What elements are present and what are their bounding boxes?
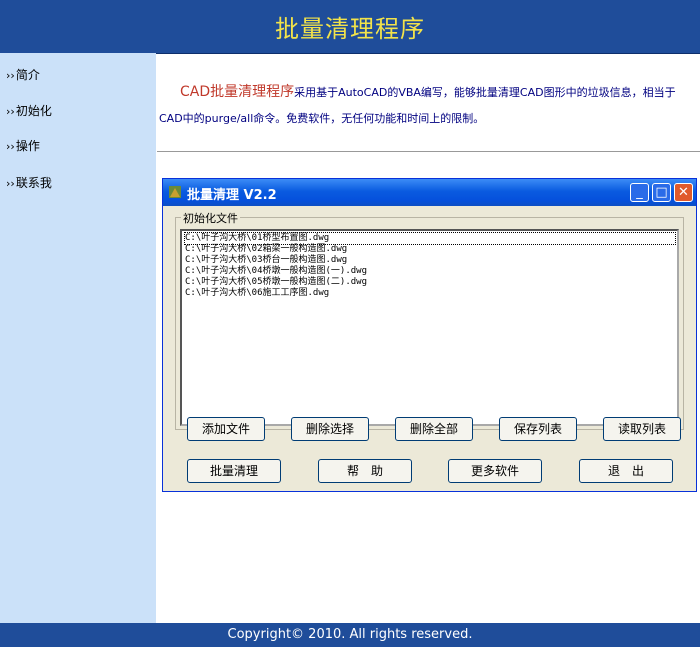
double-arrow-icon: ›› [6, 177, 15, 190]
sidebar-item-label: 简介 [15, 68, 40, 82]
sidebar-item-operation[interactable]: ››操作 [6, 137, 40, 153]
exit-button[interactable]: 退 出 [579, 459, 673, 483]
minimize-icon: _ [636, 185, 643, 200]
file-listbox[interactable]: C:\叶子沟大桥\01桥型布置图.dwg C:\叶子沟大桥\02箱梁一般构造图.… [180, 229, 679, 426]
maximize-button[interactable]: □ [652, 183, 671, 202]
intro-highlight: CAD批量清理程序 [179, 84, 295, 100]
intro-paragraph: CAD批量清理程序采用基于AutoCAD的VBA编写，能够批量清理CAD图形中的… [159, 79, 695, 132]
double-arrow-icon: ›› [6, 105, 15, 118]
sidebar-item-intro[interactable]: ››简介 [6, 66, 40, 82]
double-arrow-icon: ›› [6, 69, 15, 82]
sidebar-item-label: 初始化 [15, 104, 52, 118]
maximize-icon: □ [655, 185, 668, 200]
list-item[interactable]: C:\叶子沟大桥\03桥台一般构造图.dwg [185, 255, 347, 266]
copyright-text: Copyright© 2010. All rights reserved. [227, 627, 473, 642]
list-item[interactable]: C:\叶子沟大桥\04桥墩一般构造图(一).dwg [185, 266, 367, 277]
batch-clean-button[interactable]: 批量清理 [187, 459, 281, 483]
load-list-button[interactable]: 读取列表 [603, 417, 681, 441]
list-item[interactable]: C:\叶子沟大桥\06施工工序图.dwg [185, 288, 329, 299]
save-list-button[interactable]: 保存列表 [499, 417, 577, 441]
site-header: 批量清理程序 [0, 0, 700, 54]
delete-all-button[interactable]: 删除全部 [395, 417, 473, 441]
sidebar-item-init[interactable]: ››初始化 [6, 102, 52, 118]
batch-clean-dialog: 批量清理 V2.2 _ □ ✕ 初始化文件 C:\叶子沟大桥\01桥型布置图.d… [162, 178, 697, 492]
page-title: 批量清理程序 [275, 15, 425, 43]
divider [157, 151, 700, 152]
close-icon: ✕ [678, 185, 689, 200]
sidebar-item-label: 操作 [15, 139, 40, 153]
dialog-titlebar[interactable]: 批量清理 V2.2 _ □ ✕ [163, 179, 696, 206]
minimize-button[interactable]: _ [630, 183, 649, 202]
more-software-button[interactable]: 更多软件 [448, 459, 542, 483]
list-item[interactable]: C:\叶子沟大桥\02箱梁一般构造图.dwg [185, 244, 347, 255]
close-button[interactable]: ✕ [674, 183, 693, 202]
list-item[interactable]: C:\叶子沟大桥\05桥墩一般构造图(二).dwg [185, 277, 367, 288]
list-item[interactable]: C:\叶子沟大桥\01桥型布置图.dwg [184, 232, 676, 245]
add-file-button[interactable]: 添加文件 [187, 417, 265, 441]
delete-selected-button[interactable]: 删除选择 [291, 417, 369, 441]
site-footer: Copyright© 2010. All rights reserved. [0, 623, 700, 647]
sidebar: ››简介 ››初始化 ››操作 ››联系我 [0, 53, 156, 623]
group-label: 初始化文件 [181, 210, 240, 226]
init-files-group: 初始化文件 C:\叶子沟大桥\01桥型布置图.dwg C:\叶子沟大桥\02箱梁… [175, 210, 684, 430]
sidebar-item-label: 联系我 [15, 176, 52, 190]
double-arrow-icon: ›› [6, 140, 15, 153]
app-icon [169, 186, 181, 198]
help-button[interactable]: 帮 助 [318, 459, 412, 483]
sidebar-item-contact[interactable]: ››联系我 [6, 174, 52, 190]
dialog-title: 批量清理 V2.2 [187, 188, 277, 203]
